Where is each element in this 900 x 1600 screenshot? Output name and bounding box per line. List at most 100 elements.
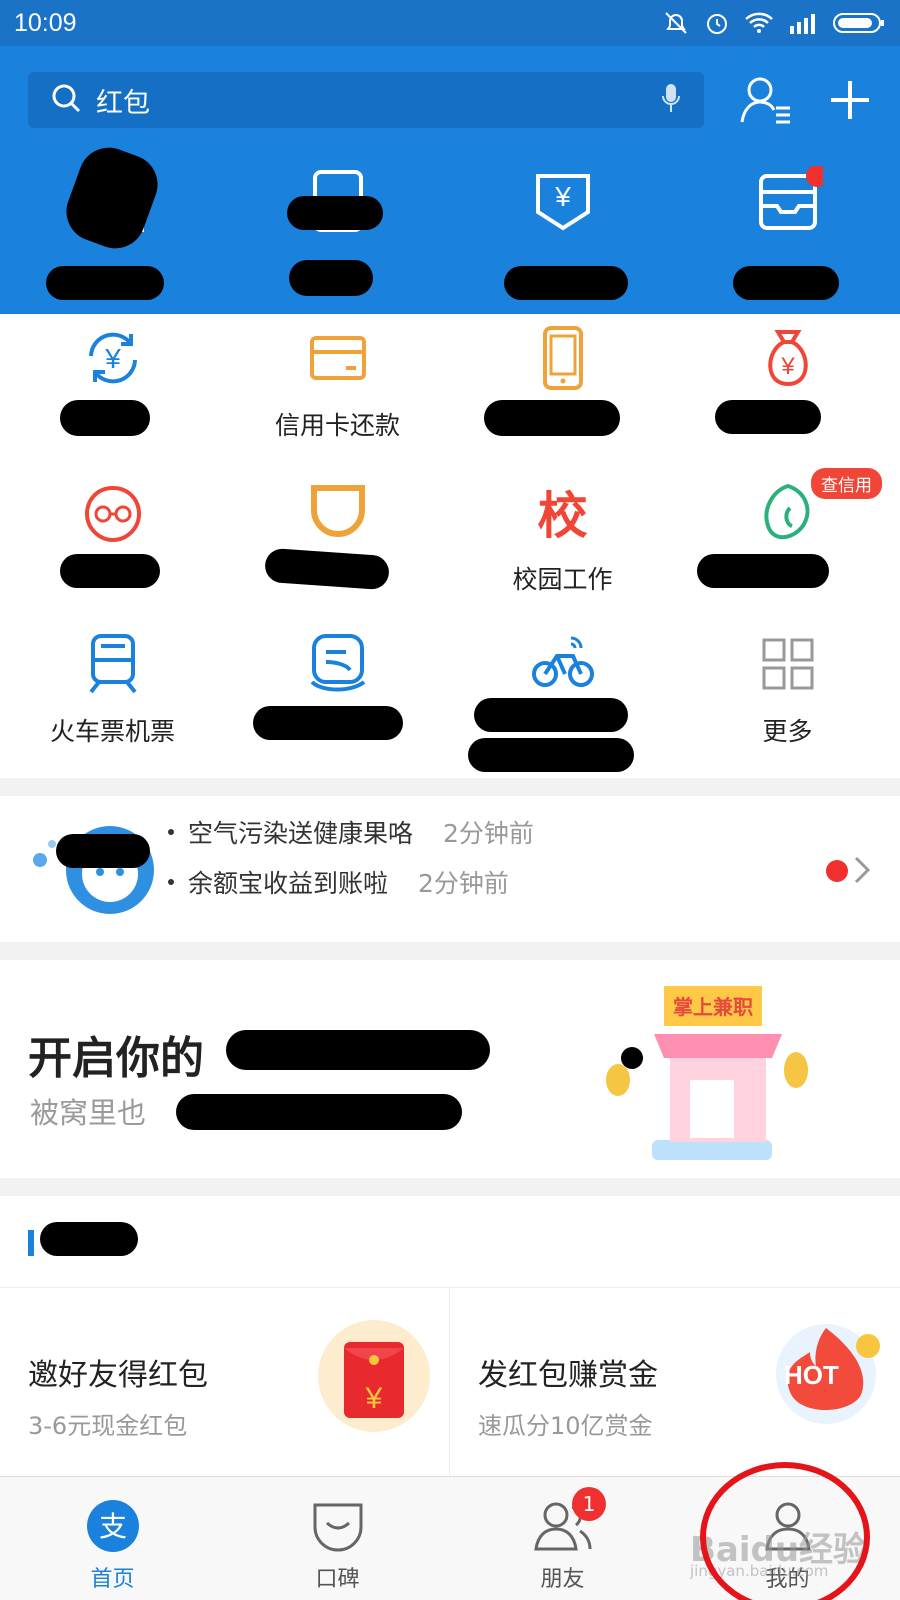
svg-text:掌上兼职: 掌上兼职 [673, 995, 753, 1019]
grid-item-more[interactable]: 更多 [675, 620, 900, 770]
promo-title: 发红包赚赏金 [478, 1358, 658, 1393]
tab-koubei[interactable]: 口碑 [225, 1477, 450, 1600]
promo-subtitle: 速瓜分10亿赏金 [478, 1412, 653, 1440]
didi-icon [310, 485, 365, 537]
sesame-icon [764, 483, 809, 539]
redaction [46, 266, 164, 300]
banner-title: 开启你的 [28, 1033, 204, 1084]
unread-dot [826, 860, 848, 882]
credit-badge: 查信用 [811, 468, 882, 499]
promo-red-packet[interactable]: 发红包赚赏金 速瓜分10亿赏金 HOT [450, 1288, 900, 1476]
grid-item-sesame[interactable]: 查信用 [675, 468, 900, 618]
quick-pay[interactable] [225, 166, 450, 306]
tab-home[interactable]: 支 首页 [0, 1477, 225, 1600]
hot-badge-icon: HOT [772, 1314, 884, 1426]
school-icon: 校 [537, 487, 588, 545]
grid-item-label: 更多 [762, 717, 813, 746]
bike-icon [531, 636, 594, 687]
svg-text:¥: ¥ [780, 353, 795, 380]
grid-item-label: 信用卡还款 [274, 411, 400, 440]
promo-title: 邀好友得红包 [28, 1358, 208, 1393]
redaction [253, 706, 403, 740]
hot-label: HOT [784, 1360, 839, 1390]
quick-collect[interactable]: ¥ [450, 166, 675, 306]
battery-icon [832, 11, 886, 35]
banner-subtitle: 被窝里也 [30, 1096, 147, 1130]
message-time: 2分钟前 [418, 869, 509, 898]
add-button[interactable] [820, 70, 880, 130]
tab-friends[interactable]: 1 朋友 [450, 1477, 675, 1600]
search-bar[interactable]: 红包 [28, 72, 704, 128]
quick-scan[interactable] [0, 139, 225, 306]
message-text: 空气污染送健康果咯 [188, 819, 414, 848]
contacts-button[interactable] [736, 70, 796, 130]
redaction [504, 266, 628, 300]
grid-item-didi[interactable] [225, 468, 450, 618]
more-grid-icon [762, 638, 813, 690]
redaction [57, 139, 167, 257]
contacts-icon [740, 77, 790, 124]
grid-item-bike[interactable] [450, 620, 675, 772]
wifi-icon [744, 11, 774, 35]
robot-avatar-icon [30, 814, 160, 928]
redaction [733, 266, 839, 300]
message-card[interactable]: 空气污染送健康果咯 2分钟前 余额宝收益到账啦 2分钟前 [0, 796, 900, 942]
friends-count-badge: 1 [572, 1487, 606, 1521]
grid-item-transfer[interactable]: ¥ [0, 314, 225, 464]
redaction [468, 738, 634, 772]
shop-illustration: 掌上兼职 [604, 970, 814, 1170]
alarm-icon [704, 10, 730, 36]
search-icon [50, 82, 82, 118]
tab-label: 口碑 [315, 1567, 360, 1592]
redaction [40, 1222, 138, 1256]
grid-item-mobile[interactable] [450, 314, 675, 464]
mute-icon [662, 9, 690, 37]
status-bar: 10:09 [0, 0, 900, 46]
train-icon [88, 634, 137, 694]
message-text: 余额宝收益到账啦 [188, 869, 389, 898]
grid-item-credit-card[interactable]: 信用卡还款 [225, 314, 450, 464]
redaction [60, 400, 150, 436]
yen-transfer-icon: ¥ [88, 332, 137, 384]
grid-item-money-bag[interactable]: ¥ [675, 314, 900, 464]
tab-label: 首页 [90, 1567, 135, 1592]
header: 红包 ¥ [0, 46, 900, 314]
red-envelope-icon: ¥ [316, 1318, 432, 1438]
quick-cards[interactable] [675, 166, 900, 306]
grid-item-movie[interactable] [0, 468, 225, 618]
promo-banner[interactable]: 开启你的 被窝里也 掌上兼职 [0, 960, 900, 1178]
section-header [0, 1196, 900, 1288]
svg-text:¥: ¥ [554, 181, 571, 212]
message-row: 空气污染送健康果咯 2分钟前 [168, 814, 534, 850]
credit-card-icon [309, 336, 366, 380]
hand-card-icon [310, 634, 365, 692]
redaction [176, 1094, 462, 1130]
grid-item-train[interactable]: 火车票机票 [0, 620, 225, 770]
search-input[interactable]: 红包 [96, 81, 660, 120]
grid-item-hand-card[interactable] [225, 620, 450, 770]
quick-actions: ¥ [0, 139, 900, 306]
redaction [60, 554, 160, 588]
redaction [56, 834, 150, 868]
promo-subtitle: 3-6元现金红包 [28, 1412, 188, 1440]
money-bag-icon: ¥ [767, 330, 808, 387]
phone-icon [542, 326, 583, 390]
redaction [474, 698, 628, 732]
watermark-url: jingyan.baidu.com [690, 1562, 829, 1580]
grid-item-label: 火车票机票 [49, 717, 175, 746]
alipay-icon: 支 [86, 1500, 139, 1552]
promo-invite[interactable]: 邀好友得红包 3-6元现金红包 ¥ [0, 1288, 450, 1476]
redaction [697, 554, 829, 588]
redaction [715, 400, 821, 434]
grid-item-school[interactable]: 校 校园工作 [450, 468, 675, 618]
glasses-face-icon [84, 485, 141, 543]
svg-text:支: 支 [98, 1510, 126, 1543]
redaction [289, 260, 373, 296]
yen-bag-icon: ¥ [535, 174, 590, 231]
status-time: 10:09 [14, 8, 77, 37]
koubei-icon [313, 1503, 362, 1552]
microphone-icon[interactable] [660, 82, 682, 118]
message-time: 2分钟前 [443, 819, 534, 848]
redaction [263, 547, 391, 591]
message-row: 余额宝收益到账啦 2分钟前 [168, 864, 509, 900]
